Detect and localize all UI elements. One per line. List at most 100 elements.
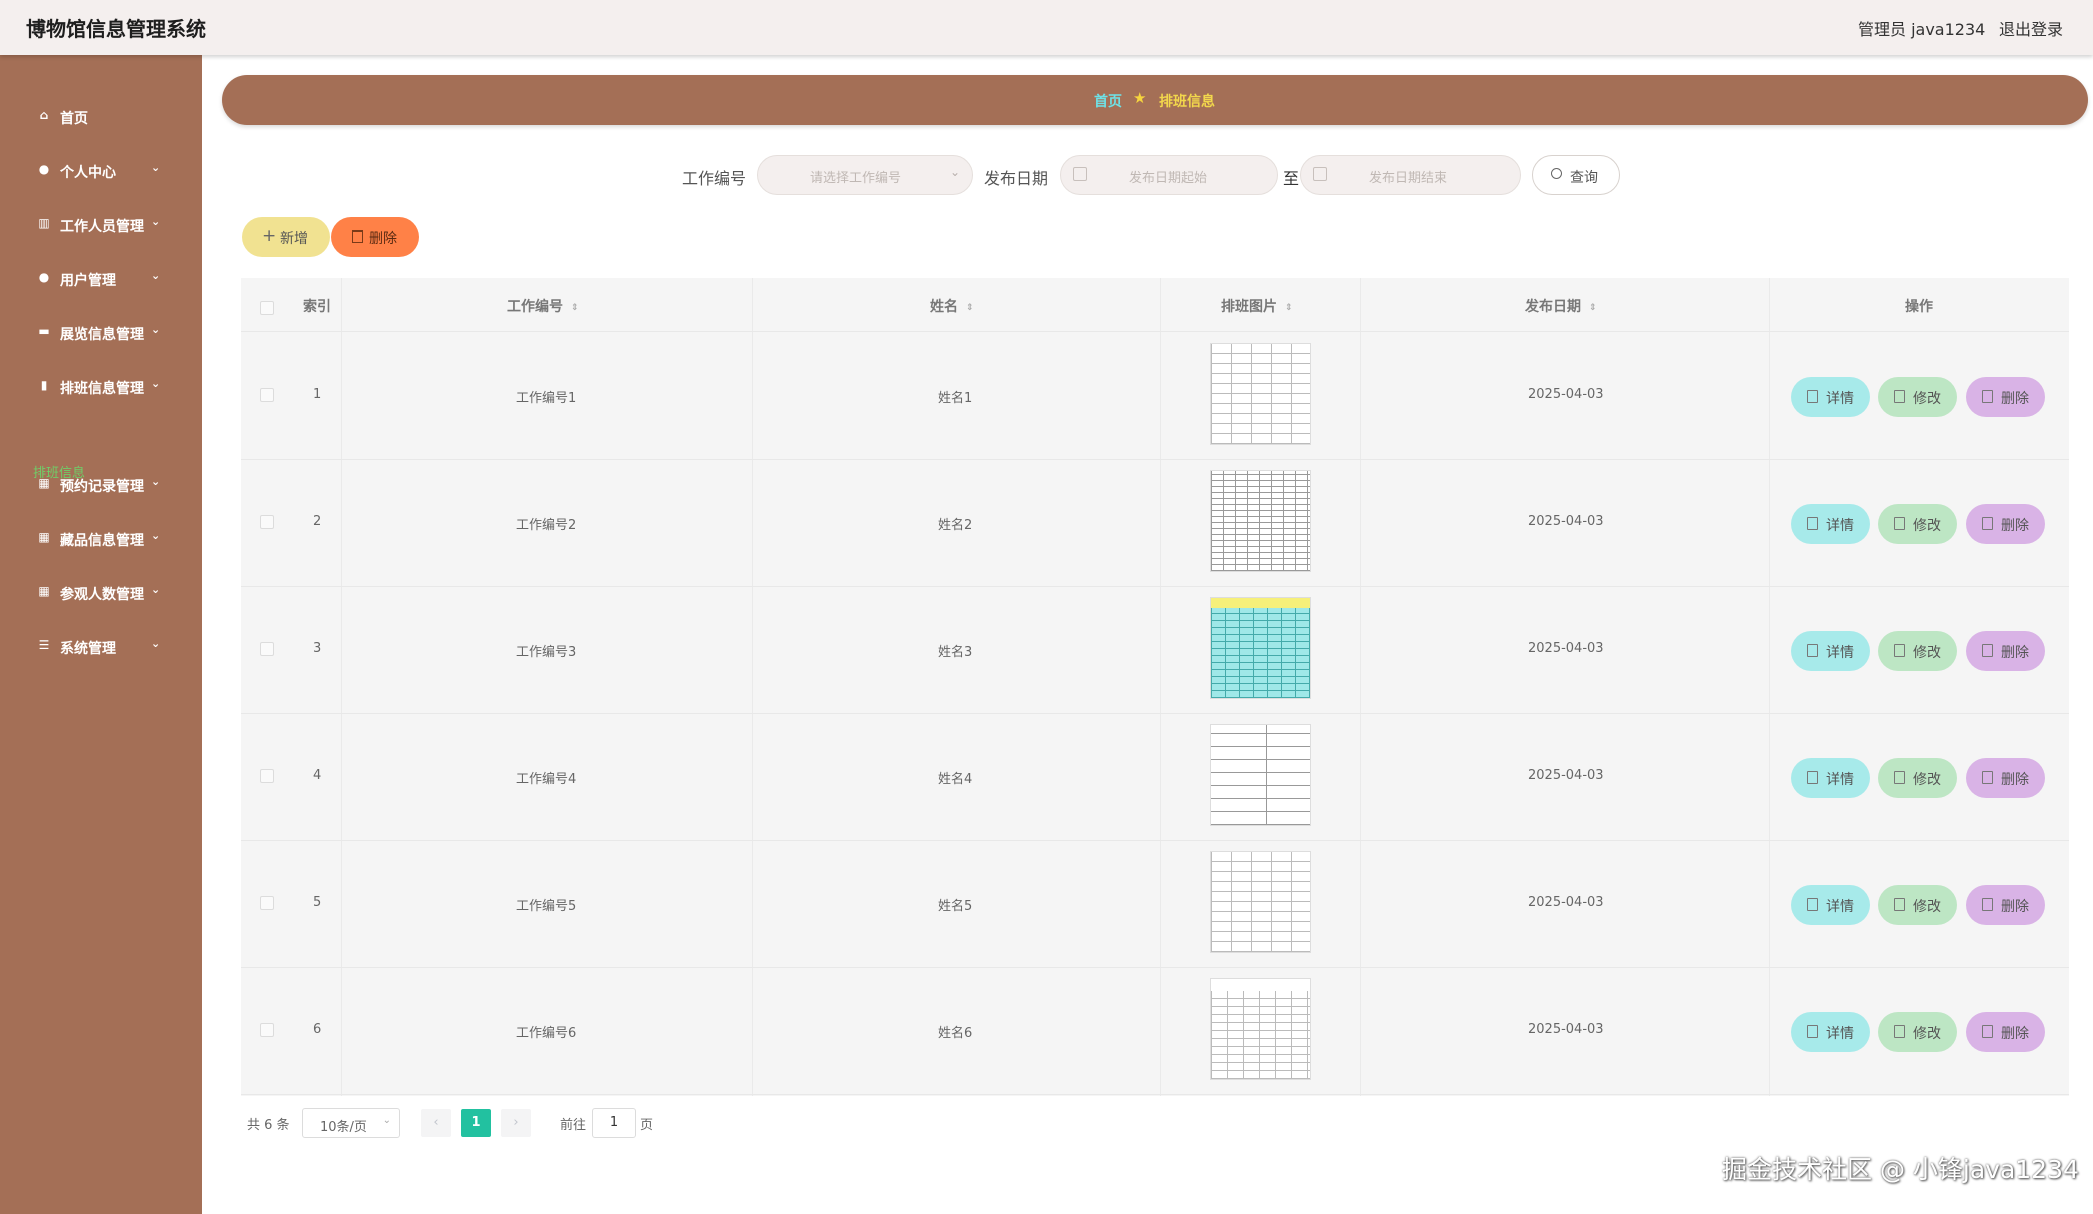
- edit-button-label: 修改: [1913, 899, 1941, 915]
- cell-work-no: 工作编号2: [516, 518, 577, 533]
- row-checkbox[interactable]: [260, 769, 274, 783]
- chevron-down-icon: ⌄: [151, 269, 161, 282]
- edit-button[interactable]: 修改: [1878, 1012, 1957, 1052]
- sidebar-item-exhibitions[interactable]: ▬ 展览信息管理 ⌄: [0, 313, 202, 353]
- batch-delete-button[interactable]: 删除: [331, 217, 419, 257]
- cell-name: 姓名5: [938, 899, 973, 914]
- current-page-button[interactable]: 1: [461, 1109, 491, 1137]
- date-end-input[interactable]: 发布日期结束: [1300, 155, 1521, 195]
- header-date-label: 发布日期: [1525, 299, 1581, 315]
- sidebar-item-profile[interactable]: ● 个人中心 ⌄: [0, 151, 202, 191]
- edit-button[interactable]: 修改: [1878, 504, 1957, 544]
- edit-button-label: 修改: [1913, 1026, 1941, 1042]
- document-icon: [1807, 390, 1818, 403]
- work-no-select[interactable]: 请选择工作编号 ⌄: [757, 155, 973, 195]
- header-index: 索引: [303, 299, 331, 315]
- cell-name: 姓名3: [938, 645, 973, 660]
- row-checkbox[interactable]: [260, 388, 274, 402]
- sort-icon[interactable]: ⇕: [1589, 303, 1597, 313]
- breadcrumb: 首页 ★ 排班信息: [222, 75, 2088, 125]
- detail-button[interactable]: 详情: [1791, 504, 1870, 544]
- trash-icon: [1982, 517, 1993, 530]
- top-bar: 博物馆信息管理系统 管理员 java1234 退出登录: [0, 0, 2093, 55]
- delete-button[interactable]: 删除: [1966, 1012, 2045, 1052]
- next-page-button[interactable]: ›: [501, 1109, 531, 1137]
- row-checkbox[interactable]: [260, 1023, 274, 1037]
- delete-button[interactable]: 删除: [1966, 504, 2045, 544]
- sidebar-item-reservations[interactable]: ▦ 预约记录管理 ⌄: [0, 465, 202, 505]
- header-name[interactable]: 姓名 ⇕: [930, 296, 974, 316]
- grid-icon: ▦: [38, 530, 50, 544]
- edit-button[interactable]: 修改: [1878, 631, 1957, 671]
- sort-icon[interactable]: ⇕: [571, 303, 579, 313]
- sort-icon[interactable]: ⇕: [1285, 303, 1293, 313]
- schedule-image-thumbnail[interactable]: [1210, 597, 1311, 699]
- table-header: 索引 工作编号 ⇕ 姓名 ⇕ 排班图片 ⇕ 发布日期 ⇕ 操作: [241, 278, 2069, 332]
- document-icon: [1807, 1025, 1818, 1038]
- sidebar: ⌂ 首页 ● 个人中心 ⌄ ▥ 工作人员管理 ⌄ ● 用户管理 ⌄ ▬ 展览信息…: [0, 55, 202, 1214]
- sidebar-item-system[interactable]: ☰ 系统管理 ⌄: [0, 627, 202, 667]
- edit-button-label: 修改: [1913, 645, 1941, 661]
- sidebar-item-users[interactable]: ● 用户管理 ⌄: [0, 259, 202, 299]
- monitor-icon: ▬: [38, 324, 50, 338]
- goto-page-input[interactable]: 1: [592, 1108, 636, 1138]
- chevron-down-icon: ⌄: [151, 377, 161, 390]
- row-checkbox[interactable]: [260, 896, 274, 910]
- add-button[interactable]: + 新增: [242, 217, 330, 257]
- sidebar-item-home[interactable]: ⌂ 首页: [0, 97, 202, 137]
- bar-chart-icon: ▮: [40, 378, 48, 392]
- schedule-image-thumbnail[interactable]: [1210, 724, 1311, 826]
- breadcrumb-home[interactable]: 首页: [1094, 91, 1122, 111]
- detail-button[interactable]: 详情: [1791, 758, 1870, 798]
- edit-button[interactable]: 修改: [1878, 758, 1957, 798]
- sidebar-item-schedule[interactable]: ▮ 排班信息管理 ⌄: [0, 367, 202, 407]
- add-button-label: 新增: [280, 231, 308, 247]
- sort-icon[interactable]: ⇕: [966, 303, 974, 313]
- delete-button[interactable]: 删除: [1966, 758, 2045, 798]
- table-row: 5 工作编号5 姓名5 2025-04-03 详情 修改 删除: [241, 841, 2069, 968]
- trash-icon: [1982, 771, 1993, 784]
- sidebar-item-visitors[interactable]: ▦ 参观人数管理 ⌄: [0, 573, 202, 613]
- detail-button[interactable]: 详情: [1791, 377, 1870, 417]
- detail-button[interactable]: 详情: [1791, 1012, 1870, 1052]
- document-icon: [1807, 644, 1818, 657]
- pencil-icon: [1894, 517, 1905, 530]
- edit-button[interactable]: 修改: [1878, 885, 1957, 925]
- prev-page-button[interactable]: ‹: [421, 1109, 451, 1137]
- edit-button[interactable]: 修改: [1878, 377, 1957, 417]
- schedule-image-thumbnail[interactable]: [1210, 470, 1311, 572]
- detail-button[interactable]: 详情: [1791, 631, 1870, 671]
- cell-index: 6: [313, 1022, 322, 1037]
- schedule-image-thumbnail[interactable]: [1210, 851, 1311, 953]
- header-name-label: 姓名: [930, 299, 958, 315]
- chevron-down-icon: ⌄: [151, 637, 161, 650]
- header-date[interactable]: 发布日期 ⇕: [1525, 296, 1597, 316]
- schedule-table: 索引 工作编号 ⇕ 姓名 ⇕ 排班图片 ⇕ 发布日期 ⇕ 操作 1 工作编号1 姓名1 …: [241, 278, 2069, 1096]
- cell-index: 3: [313, 641, 322, 656]
- header-image[interactable]: 排班图片 ⇕: [1221, 296, 1293, 316]
- select-all-checkbox[interactable]: [260, 301, 274, 315]
- list-icon: ☰: [38, 638, 50, 652]
- delete-button[interactable]: 删除: [1966, 377, 2045, 417]
- sidebar-item-label: 藏品信息管理: [60, 533, 144, 549]
- document-icon: [1807, 771, 1818, 784]
- row-checkbox[interactable]: [260, 642, 274, 656]
- logout-link[interactable]: 退出登录: [1999, 16, 2063, 40]
- sidebar-item-collections[interactable]: ▦ 藏品信息管理 ⌄: [0, 519, 202, 559]
- chevron-down-icon: ⌄: [151, 161, 161, 174]
- detail-button[interactable]: 详情: [1791, 885, 1870, 925]
- cell-date: 2025-04-03: [1528, 768, 1604, 783]
- date-start-input[interactable]: 发布日期起始: [1060, 155, 1278, 195]
- row-checkbox[interactable]: [260, 515, 274, 529]
- detail-button-label: 详情: [1826, 391, 1854, 407]
- header-work-no[interactable]: 工作编号 ⇕: [507, 296, 579, 316]
- sidebar-item-label: 系统管理: [60, 641, 116, 657]
- page-size-select[interactable]: 10条/页 ⌄: [302, 1108, 400, 1138]
- delete-button-label: 删除: [2001, 1026, 2029, 1042]
- delete-button[interactable]: 删除: [1966, 631, 2045, 671]
- query-button[interactable]: 查询: [1532, 155, 1620, 195]
- schedule-image-thumbnail[interactable]: [1210, 978, 1311, 1080]
- sidebar-item-staff[interactable]: ▥ 工作人员管理 ⌄: [0, 205, 202, 245]
- delete-button[interactable]: 删除: [1966, 885, 2045, 925]
- schedule-image-thumbnail[interactable]: [1210, 343, 1311, 445]
